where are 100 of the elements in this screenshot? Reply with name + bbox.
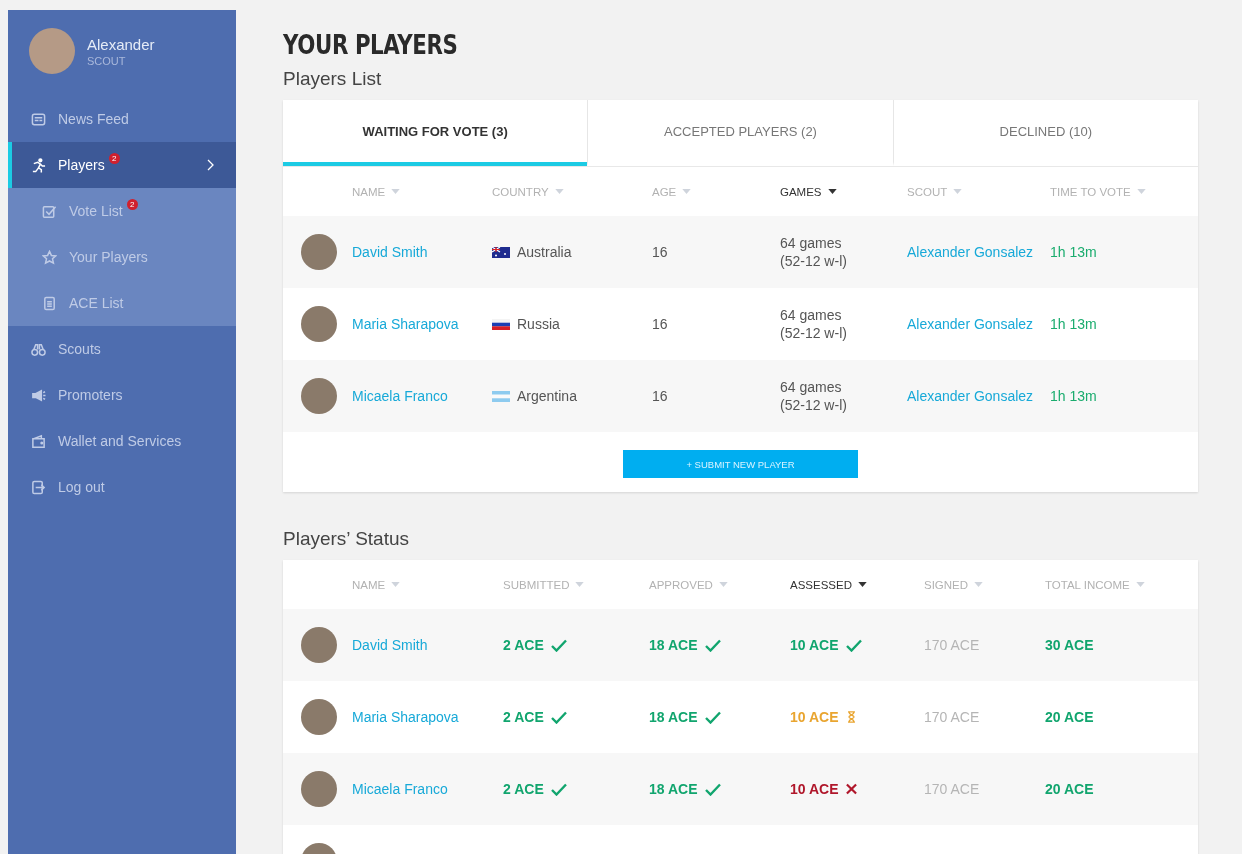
column-header[interactable]: NAME bbox=[352, 185, 401, 198]
ace-amount: 20 ACE bbox=[1045, 709, 1094, 725]
games-record: (52-12 w-l) bbox=[780, 324, 848, 342]
notification-badge: 2 bbox=[126, 198, 138, 210]
ace-amount: 170 ACE bbox=[924, 709, 980, 725]
star-icon bbox=[42, 249, 57, 265]
age-cell: 16 bbox=[652, 244, 668, 260]
nav-item[interactable]: Your Players bbox=[8, 234, 236, 280]
scout-name-link[interactable]: Alexander Gonsalez bbox=[907, 388, 1034, 404]
checkmark-icon bbox=[704, 782, 721, 796]
sort-caret-icon bbox=[391, 189, 401, 194]
section-title: Players List bbox=[283, 68, 383, 90]
age-cell: 16 bbox=[652, 316, 668, 332]
scout-name-link[interactable]: Alexander Gonsalez bbox=[907, 244, 1034, 260]
ace-amount: 2 ACE bbox=[503, 709, 544, 725]
checkmark-icon bbox=[550, 782, 567, 796]
page-title: YOUR PLAYERS bbox=[283, 30, 459, 60]
column-header[interactable]: NAME bbox=[352, 578, 401, 591]
sort-caret-icon bbox=[718, 582, 728, 587]
sort-caret-icon bbox=[858, 582, 867, 587]
sort-caret-icon bbox=[1135, 582, 1145, 587]
wallet-icon bbox=[31, 433, 46, 449]
chevron-icon bbox=[207, 159, 214, 171]
avatar bbox=[301, 378, 337, 414]
nav-item[interactable]: Wallet and Services bbox=[8, 418, 236, 464]
player-name-link[interactable]: Maria Sharapova bbox=[352, 316, 459, 332]
games-record: (52-12 w-l) bbox=[780, 252, 848, 270]
column-header[interactable]: GAMES bbox=[780, 185, 837, 198]
scout-name-link[interactable]: Alexander Gonsalez bbox=[907, 316, 1034, 332]
nav-item[interactable]: Log out bbox=[8, 464, 236, 510]
nav-item[interactable]: Vote List 2 bbox=[8, 188, 236, 234]
checkmark-icon bbox=[550, 638, 567, 652]
document-icon bbox=[42, 295, 57, 311]
checkbox-icon bbox=[42, 203, 57, 219]
nav-item[interactable]: Players 2 bbox=[8, 142, 236, 188]
time-to-vote: 1h 13m bbox=[1050, 388, 1098, 404]
checkmark-icon bbox=[550, 710, 567, 724]
tab[interactable]: ACCEPTED PLAYERS (2) bbox=[587, 100, 893, 166]
sort-caret-icon bbox=[827, 189, 837, 194]
ace-amount: 30 ACE bbox=[1045, 637, 1094, 653]
ace-amount: 170 ACE bbox=[924, 637, 980, 653]
ace-amount: 10 ACE bbox=[790, 637, 839, 653]
ace-amount: 18 ACE bbox=[649, 637, 698, 653]
ace-amount: 18 ACE bbox=[649, 709, 698, 725]
player-name-link[interactable]: David Smith bbox=[352, 637, 428, 653]
avatar bbox=[301, 306, 337, 342]
ace-amount: 10 ACE bbox=[790, 709, 839, 725]
column-header[interactable]: AGE bbox=[652, 185, 692, 198]
column-header[interactable]: SUBMITTED bbox=[503, 578, 585, 591]
column-header[interactable]: TIME TO VOTE bbox=[1050, 185, 1146, 198]
ace-amount: 170 ACE bbox=[924, 781, 980, 797]
column-header[interactable]: SIGNED bbox=[924, 578, 984, 591]
nav-item[interactable]: ACE List bbox=[8, 280, 236, 326]
age-cell: 16 bbox=[652, 388, 668, 404]
ace-amount: 20 ACE bbox=[1045, 781, 1094, 797]
flag-icon bbox=[492, 390, 510, 402]
tab[interactable]: DECLINED (10) bbox=[892, 100, 1198, 166]
column-header[interactable]: ASSESSED bbox=[790, 578, 867, 591]
games-count: 64 games bbox=[780, 378, 843, 396]
games-count: 64 games bbox=[780, 306, 843, 324]
runner-icon bbox=[31, 157, 46, 173]
megaphone-icon bbox=[31, 387, 46, 403]
sort-caret-icon bbox=[1136, 189, 1146, 194]
ace-amount: 2 ACE bbox=[503, 781, 544, 797]
binoculars-icon bbox=[31, 341, 46, 357]
cross-icon bbox=[845, 783, 857, 795]
hourglass-icon bbox=[845, 711, 857, 723]
nav-item[interactable]: Scouts bbox=[8, 326, 236, 372]
checkmark-icon bbox=[704, 638, 721, 652]
player-name-link[interactable]: Micaela Franco bbox=[352, 781, 448, 797]
nav-item[interactable]: News Feed bbox=[8, 96, 236, 142]
newspaper-icon bbox=[31, 111, 46, 127]
checkmark-icon bbox=[845, 638, 862, 652]
avatar bbox=[301, 627, 337, 663]
nav-item[interactable]: Promoters bbox=[8, 372, 236, 418]
ace-amount: 18 ACE bbox=[649, 781, 698, 797]
flag-icon bbox=[492, 318, 510, 330]
sort-caret-icon bbox=[974, 582, 984, 587]
column-header[interactable]: SCOUT bbox=[907, 185, 963, 198]
user-name: Alexander bbox=[87, 35, 155, 53]
country-name: Russia bbox=[517, 316, 560, 332]
player-name-link[interactable]: Micaela Franco bbox=[352, 388, 448, 404]
notification-badge: 2 bbox=[108, 152, 120, 164]
ace-amount: 2 ACE bbox=[503, 637, 544, 653]
avatar bbox=[301, 771, 337, 807]
sort-caret-icon bbox=[682, 189, 692, 194]
games-record: (52-12 w-l) bbox=[780, 396, 848, 414]
column-header[interactable]: COUNTRY bbox=[492, 185, 564, 198]
column-header[interactable]: TOTAL INCOME bbox=[1045, 578, 1145, 591]
column-header[interactable]: APPROVED bbox=[649, 578, 728, 591]
user-role: SCOUT bbox=[87, 54, 127, 67]
avatar bbox=[29, 28, 75, 74]
submit-new-player-button[interactable]: + SUBMIT NEW PLAYER bbox=[623, 450, 858, 478]
logout-icon bbox=[31, 479, 46, 495]
sort-caret-icon bbox=[575, 582, 585, 587]
player-name-link[interactable]: Maria Sharapova bbox=[352, 709, 459, 725]
player-name-link[interactable]: David Smith bbox=[352, 244, 428, 260]
country-name: Argentina bbox=[517, 388, 577, 404]
tab[interactable]: WAITING FOR VOTE (3) bbox=[283, 100, 588, 166]
time-to-vote: 1h 13m bbox=[1050, 316, 1098, 332]
